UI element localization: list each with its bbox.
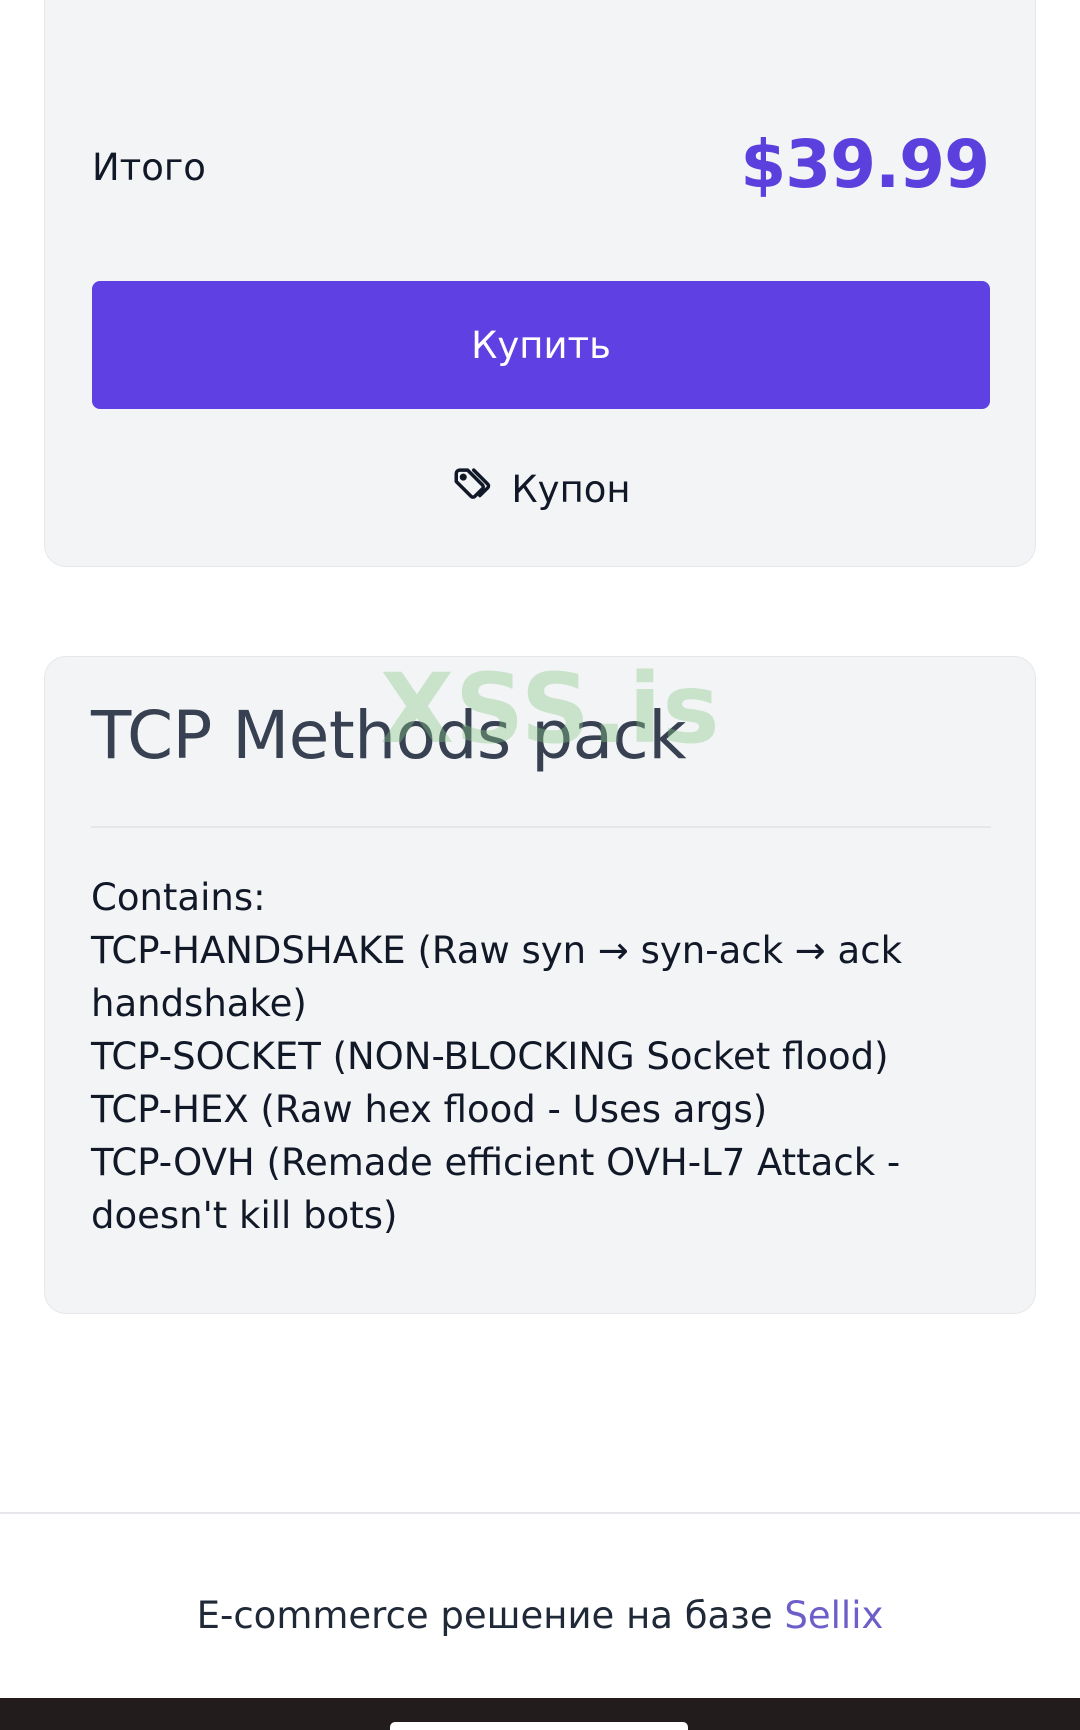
home-indicator[interactable] <box>390 1722 688 1730</box>
coupon-label: Купон <box>511 467 631 511</box>
footer-text: E-commerce решение на базе Sellix <box>0 1594 1080 1637</box>
product-description: Contains: TCP-HANDSHAKE (Raw syn → syn-a… <box>91 871 1001 1242</box>
product-card: TCP Methods pack XSS.is Contains: TCP-HA… <box>44 653 1036 1314</box>
coupon-button[interactable]: Купон <box>45 461 1037 517</box>
product-page: Итого $39.99 Купить Купон TCP Methods pa… <box>0 0 1080 1730</box>
description-line: TCP-SOCKET (NON-BLOCKING Socket flood) <box>91 1035 889 1078</box>
footer-prefix: E-commerce решение на базе <box>196 1594 785 1637</box>
description-line: TCP-HEX (Raw hex flood - Uses args) <box>91 1088 768 1131</box>
total-label: Итого <box>92 146 206 189</box>
footer-divider <box>0 1512 1080 1514</box>
tag-icon <box>451 464 493 515</box>
buy-button[interactable]: Купить <box>92 281 990 409</box>
product-title: TCP Methods pack <box>91 697 687 774</box>
divider <box>91 826 991 828</box>
description-line: TCP-HANDSHAKE (Raw syn → syn-ack → ack h… <box>91 929 903 1025</box>
description-line: Contains: <box>91 876 266 919</box>
checkout-card: Итого $39.99 Купить Купон <box>44 0 1036 567</box>
sellix-link[interactable]: Sellix <box>784 1594 883 1637</box>
description-line: TCP-OVH (Remade efficient OVH-L7 Attack … <box>91 1141 901 1237</box>
total-price: $39.99 <box>740 126 990 203</box>
